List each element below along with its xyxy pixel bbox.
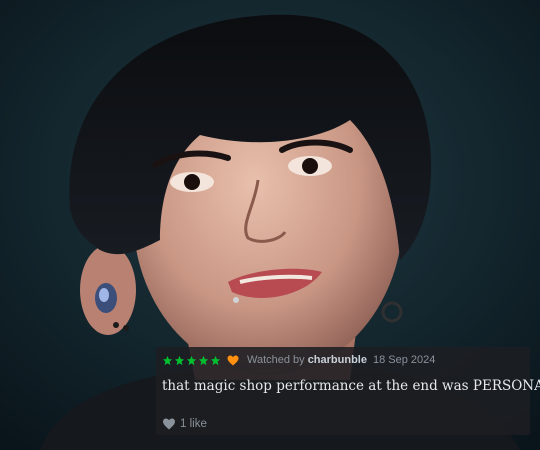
review-text: that magic shop performance at the end w… — [162, 378, 540, 394]
star-icon — [174, 355, 185, 365]
star-icon — [210, 355, 221, 365]
likes-row[interactable]: 1 like — [162, 418, 207, 430]
review-meta: Watched by charbunble 18 Sep 2024 — [162, 352, 524, 368]
watched-by-label: Watched by — [247, 354, 305, 366]
heart-like-icon[interactable] — [162, 418, 176, 430]
review-card: Watched by charbunble 18 Sep 2024 that m… — [156, 347, 540, 435]
review-date: 18 Sep 2024 — [372, 354, 436, 366]
star-icon — [186, 355, 197, 365]
reviewer-username[interactable]: charbunble — [308, 354, 367, 366]
star-rating — [162, 355, 221, 366]
heart-liked-icon — [227, 355, 239, 365]
star-icon — [198, 355, 209, 365]
likes-count: 1 like — [180, 418, 207, 430]
star-icon — [162, 355, 173, 365]
